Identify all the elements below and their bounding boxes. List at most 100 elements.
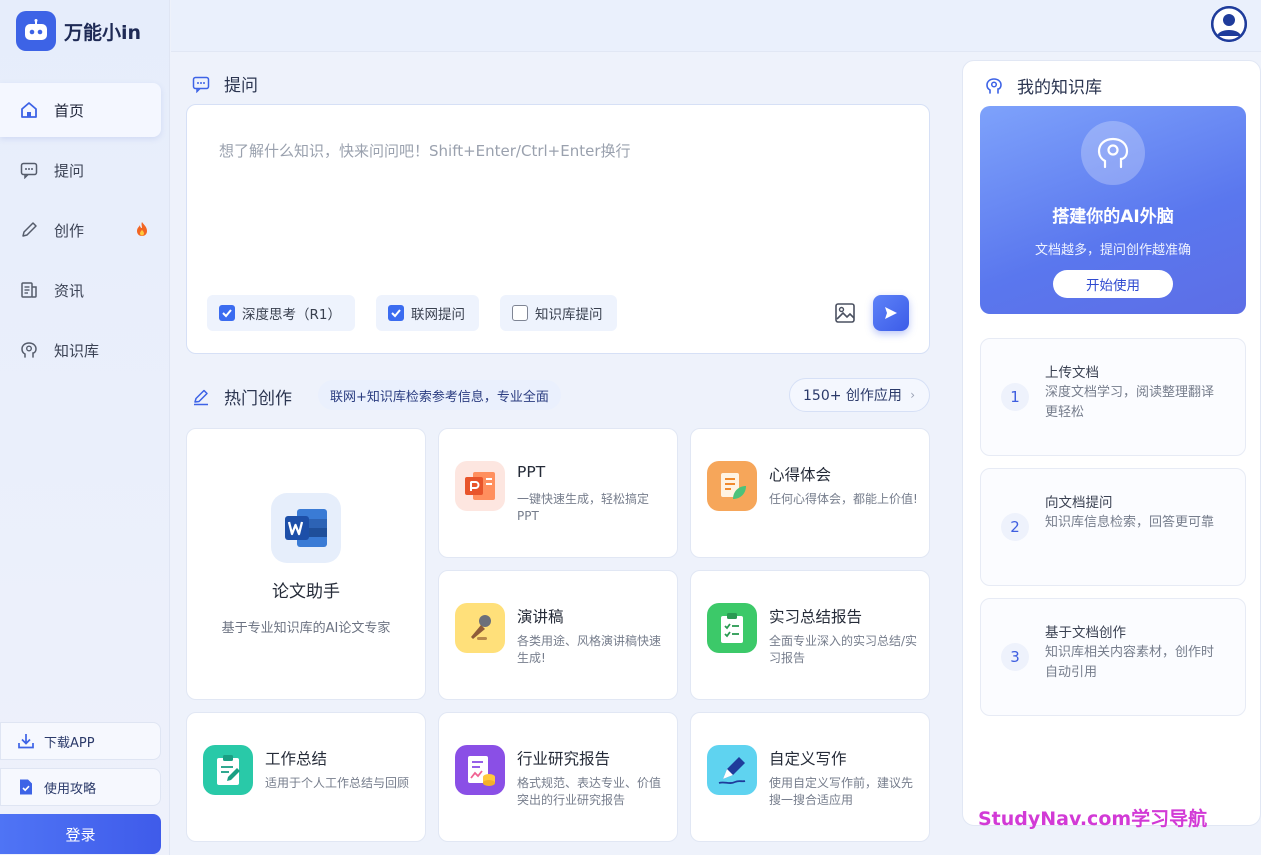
app-card-title: PPT: [517, 463, 546, 481]
checkbox-checked-icon[interactable]: [219, 305, 235, 321]
app-card-reflection[interactable]: 心得体会 任何心得体会，都能上价值!: [690, 428, 930, 558]
nav-item-home[interactable]: 首页: [0, 83, 161, 137]
image-upload-icon[interactable]: [834, 302, 856, 324]
step-number: 1: [1001, 383, 1029, 411]
web-search-toggle[interactable]: 联网提问: [376, 295, 479, 331]
app-card-ppt[interactable]: PPT 一键快速生成，轻松搞定PPT: [438, 428, 678, 558]
guide-button[interactable]: 使用攻略: [0, 768, 161, 806]
app-card-speech[interactable]: 演讲稿 各类用途、风格演讲稿快速生成!: [438, 570, 678, 700]
ask-input-box[interactable]: 想了解什么知识，快来问问吧！Shift+Enter/Ctrl+Enter换行 深…: [186, 104, 930, 354]
app-card-desc: 格式规范、表达专业、价值突出的行业研究报告: [517, 776, 662, 807]
step-title: 上传文档: [1045, 365, 1099, 381]
send-button[interactable]: [873, 295, 909, 331]
guide-label: 使用攻略: [44, 781, 97, 797]
app-card-desc: 任何心得体会，都能上价值!: [769, 492, 918, 506]
brain-icon: [20, 341, 38, 359]
top-bar: [171, 0, 1261, 52]
main-nav: 首页 提问 创作 资讯 知识库: [0, 83, 170, 383]
all-apps-label: 150+ 创作应用: [803, 388, 902, 404]
brand-logo[interactable]: 万能小in: [16, 11, 141, 51]
clipboard-pen-icon: [203, 745, 253, 795]
brand-name: 万能小in: [64, 21, 142, 44]
step-number: 3: [1001, 643, 1029, 671]
fountain-pen-icon: [707, 745, 757, 795]
brain-icon: [1081, 121, 1145, 185]
ask-input-placeholder[interactable]: 想了解什么知识，快来问问吧！Shift+Enter/Ctrl+Enter换行: [219, 140, 631, 161]
download-app-button[interactable]: 下载APP: [0, 722, 161, 760]
checkbox-unchecked-icon[interactable]: [512, 305, 528, 321]
deep-think-toggle[interactable]: 深度思考（R1）: [207, 295, 355, 331]
nav-label: 提问: [54, 161, 85, 180]
app-card-title: 行业研究报告: [517, 750, 611, 768]
step-desc: 知识库相关内容素材，创作时自动引用: [1045, 645, 1215, 680]
app-card-work-summary[interactable]: 工作总结 适用于个人工作总结与回顾: [186, 712, 426, 842]
hot-description: 联网+知识库检索参考信息，专业全面: [318, 380, 561, 410]
nav-item-ask[interactable]: 提问: [0, 143, 161, 197]
app-card-title: 演讲稿: [517, 608, 564, 626]
step-card-ask: 2 向文档提问 知识库信息检索，回答更可靠: [980, 468, 1246, 586]
notebook-leaf-icon: [707, 461, 757, 511]
web-search-label: 联网提问: [411, 307, 465, 323]
ask-section-title: 提问: [192, 71, 258, 96]
app-card-title: 论文助手: [272, 582, 340, 602]
app-card-custom-writing[interactable]: 自定义写作 使用自定义写作前，建议先搜一搜合适应用: [690, 712, 930, 842]
nav-label: 知识库: [54, 341, 100, 360]
app-card-title: 实习总结报告: [769, 608, 863, 626]
nav-label: 创作: [54, 221, 85, 240]
knowledge-panel: 我的知识库 搭建你的AI外脑 文档越多，提问创作越准确 开始使用 1 上传文档 …: [962, 60, 1261, 826]
watermark-text: StudyNav.com学习导航: [978, 808, 1208, 830]
knowledge-hero-card: 搭建你的AI外脑 文档越多，提问创作越准确 开始使用: [980, 106, 1246, 314]
nav-item-create[interactable]: 创作: [0, 203, 161, 257]
knowledge-base-toggle[interactable]: 知识库提问: [500, 295, 617, 331]
news-icon: [20, 281, 38, 299]
step-title: 基于文档创作: [1045, 625, 1126, 641]
app-card-thesis[interactable]: 论文助手 基于专业知识库的AI论文专家: [186, 428, 426, 700]
sidebar: 万能小in 首页 提问 创作 资讯 知识库 下载APP 使用攻略 登录: [0, 0, 170, 855]
app-card-desc: 一键快速生成，轻松搞定PPT: [517, 492, 650, 523]
chevron-right-icon: ›: [910, 388, 915, 402]
chat-icon: [20, 161, 38, 179]
login-button[interactable]: 登录: [0, 814, 161, 854]
step-title: 向文档提问: [1045, 495, 1113, 511]
app-card-title: 自定义写作: [769, 750, 847, 768]
nav-label: 资讯: [54, 281, 85, 300]
app-card-internship[interactable]: 实习总结报告 全面专业深入的实习总结/实习报告: [690, 570, 930, 700]
app-card-desc: 全面专业深入的实习总结/实习报告: [769, 634, 918, 665]
pencil-icon: [20, 221, 38, 239]
knowledge-section-title: 我的知识库: [985, 73, 1102, 98]
download-app-label: 下载APP: [44, 735, 95, 751]
app-card-title: 心得体会: [769, 466, 832, 484]
app-card-title: 工作总结: [265, 750, 328, 768]
knowledge-base-label: 知识库提问: [535, 307, 603, 323]
app-card-desc: 基于专业知识库的AI论文专家: [221, 621, 391, 636]
nav-item-knowledge[interactable]: 知识库: [0, 323, 161, 377]
nav-item-news[interactable]: 资讯: [0, 263, 161, 317]
all-apps-button[interactable]: 150+ 创作应用 ›: [789, 378, 930, 412]
hero-title: 搭建你的AI外脑: [1052, 207, 1174, 227]
pencil-icon: [192, 388, 210, 406]
deep-think-label: 深度思考（R1）: [242, 307, 341, 323]
step-card-create: 3 基于文档创作 知识库相关内容素材，创作时自动引用: [980, 598, 1246, 716]
hot-section-title: 热门创作: [192, 384, 292, 409]
step-number: 2: [1001, 513, 1029, 541]
ask-title-text: 提问: [224, 76, 258, 96]
fire-icon: [135, 221, 149, 237]
step-desc: 深度文档学习，阅读整理翻译更轻松: [1045, 385, 1215, 420]
document-check-icon: [17, 778, 35, 796]
brain-icon: [985, 77, 1003, 95]
chat-icon: [192, 75, 210, 93]
knowledge-title-text: 我的知识库: [1017, 78, 1102, 98]
app-card-industry-report[interactable]: 行业研究报告 格式规范、表达专业、价值突出的行业研究报告: [438, 712, 678, 842]
ppt-icon: [455, 461, 505, 511]
checkbox-checked-icon[interactable]: [388, 305, 404, 321]
user-avatar[interactable]: [1211, 6, 1247, 42]
download-icon: [17, 732, 35, 750]
hero-subtitle: 文档越多，提问创作越准确: [1034, 243, 1191, 258]
app-card-desc: 适用于个人工作总结与回顾: [265, 776, 410, 790]
app-card-desc: 使用自定义写作前，建议先搜一搜合适应用: [769, 776, 914, 807]
step-desc: 知识库信息检索，回答更可靠: [1045, 515, 1215, 530]
step-card-upload: 1 上传文档 深度文档学习，阅读整理翻译更轻松: [980, 338, 1246, 456]
start-using-button[interactable]: 开始使用: [1053, 270, 1173, 298]
robot-icon: [16, 11, 56, 51]
report-chart-icon: [455, 745, 505, 795]
